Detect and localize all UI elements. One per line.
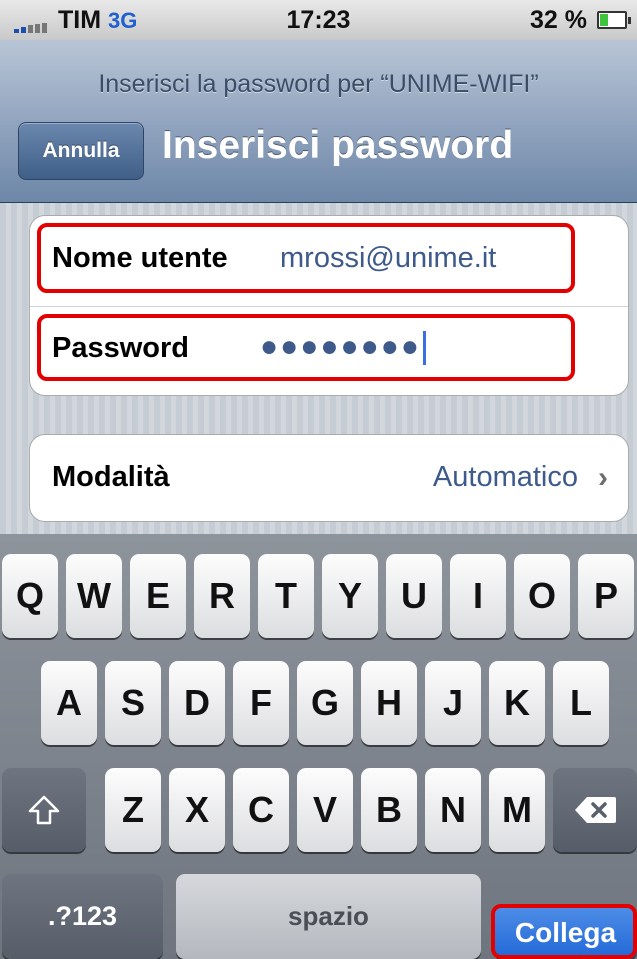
key-n[interactable]: N bbox=[425, 768, 481, 852]
key-q[interactable]: Q bbox=[2, 554, 58, 638]
chevron-right-icon: › bbox=[598, 461, 608, 494]
key-e[interactable]: E bbox=[130, 554, 186, 638]
key-o[interactable]: O bbox=[514, 554, 570, 638]
key-d[interactable]: D bbox=[169, 661, 225, 745]
network-prompt: Inserisci la password per “UNIME-WIFI” bbox=[98, 70, 539, 98]
key-w[interactable]: W bbox=[66, 554, 122, 638]
page-title: Inserisci password bbox=[162, 124, 514, 167]
key-p[interactable]: P bbox=[578, 554, 634, 638]
username-highlight bbox=[37, 223, 575, 293]
key-i[interactable]: I bbox=[450, 554, 506, 638]
shift-key[interactable] bbox=[2, 768, 86, 852]
mode-value: Automatico bbox=[432, 461, 578, 493]
key-x[interactable]: X bbox=[169, 768, 225, 852]
status-bar: TIM 3G 17:23 32 % bbox=[0, 0, 637, 40]
key-z[interactable]: Z bbox=[105, 768, 161, 852]
shift-icon bbox=[28, 795, 60, 825]
key-h[interactable]: H bbox=[361, 661, 417, 745]
key-l[interactable]: L bbox=[553, 661, 609, 745]
key-g[interactable]: G bbox=[297, 661, 353, 745]
keyboard: Q W E R T Y U I O P A S D F G H J K L Z … bbox=[0, 534, 637, 959]
space-key[interactable]: spazio bbox=[176, 874, 481, 959]
password-highlight bbox=[37, 314, 575, 381]
mode-row[interactable]: Modalità Automatico › bbox=[29, 434, 629, 522]
key-v[interactable]: V bbox=[297, 768, 353, 852]
mode-label: Modalità bbox=[52, 461, 170, 493]
numbers-key[interactable]: .?123 bbox=[2, 874, 163, 959]
key-k[interactable]: K bbox=[489, 661, 545, 745]
key-u[interactable]: U bbox=[386, 554, 442, 638]
key-b[interactable]: B bbox=[361, 768, 417, 852]
battery-percent: 32 % bbox=[530, 6, 587, 34]
key-t[interactable]: T bbox=[258, 554, 314, 638]
key-a[interactable]: A bbox=[41, 661, 97, 745]
key-m[interactable]: M bbox=[489, 768, 545, 852]
connect-highlight bbox=[491, 904, 637, 959]
key-f[interactable]: F bbox=[233, 661, 289, 745]
navigation-bar: Inserisci la password per “UNIME-WIFI” A… bbox=[0, 40, 637, 203]
cancel-button[interactable]: Annulla bbox=[18, 122, 144, 180]
key-j[interactable]: J bbox=[425, 661, 481, 745]
key-r[interactable]: R bbox=[194, 554, 250, 638]
key-s[interactable]: S bbox=[105, 661, 161, 745]
backspace-key[interactable] bbox=[553, 768, 637, 852]
battery-icon bbox=[597, 11, 631, 29]
backspace-icon bbox=[575, 797, 616, 823]
key-c[interactable]: C bbox=[233, 768, 289, 852]
key-y[interactable]: Y bbox=[322, 554, 378, 638]
